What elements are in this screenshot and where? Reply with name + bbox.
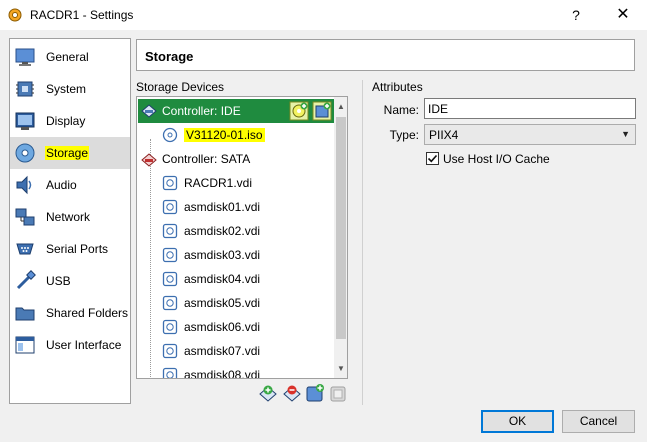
nav-item-network[interactable]: Network bbox=[10, 201, 130, 233]
host-io-cache-checkbox[interactable] bbox=[426, 152, 439, 165]
hard-disk-icon bbox=[162, 295, 178, 311]
nav-item-shared-folders[interactable]: Shared Folders bbox=[10, 297, 130, 329]
nav-item-audio[interactable]: Audio bbox=[10, 169, 130, 201]
nav-label: Shared Folders bbox=[46, 306, 129, 320]
remove-attachment-icon[interactable] bbox=[328, 383, 348, 403]
nav-item-serial-ports[interactable]: Serial Ports bbox=[10, 233, 130, 265]
nav-item-display[interactable]: Display bbox=[10, 105, 130, 137]
optical-disc-icon bbox=[162, 127, 178, 143]
storage-devices-label: Storage Devices bbox=[136, 80, 225, 94]
tree-row-disk[interactable]: RACDR1.vdi bbox=[138, 171, 334, 195]
page-title: Storage bbox=[145, 49, 194, 64]
usb-icon bbox=[16, 270, 36, 290]
tree-scrollbar[interactable]: ▲ ▼ bbox=[334, 97, 347, 378]
folder-icon bbox=[15, 307, 35, 321]
tree-row-disk[interactable]: asmdisk01.vdi bbox=[138, 195, 334, 219]
tree-row-disk[interactable]: asmdisk03.vdi bbox=[138, 243, 334, 267]
nav-label: Network bbox=[46, 210, 91, 224]
nav-item-user-interface[interactable]: User Interface bbox=[10, 329, 130, 361]
checkmark-icon bbox=[427, 154, 438, 163]
tree-row-controller-ide[interactable]: Controller: IDE bbox=[138, 99, 334, 123]
nav-item-storage[interactable]: Storage bbox=[10, 137, 130, 169]
nav-item-system[interactable]: System bbox=[10, 73, 130, 105]
dropdown-arrow-icon: ▼ bbox=[621, 129, 630, 139]
add-hard-disk-icon[interactable] bbox=[312, 101, 332, 121]
window-icon bbox=[15, 336, 35, 354]
nav-item-usb[interactable]: USB bbox=[10, 265, 130, 297]
section-header: Storage bbox=[136, 39, 635, 71]
add-attachment-icon[interactable] bbox=[305, 383, 325, 403]
network-icon bbox=[15, 208, 35, 226]
nav-label: User Interface bbox=[46, 338, 122, 352]
remove-controller-icon[interactable] bbox=[282, 383, 302, 403]
tree-row-disk[interactable]: asmdisk04.vdi bbox=[138, 267, 334, 291]
tree-row-disk[interactable]: asmdisk05.vdi bbox=[138, 291, 334, 315]
tree-row-disk[interactable]: asmdisk06.vdi bbox=[138, 315, 334, 339]
scroll-down-arrow-icon[interactable]: ▼ bbox=[334, 361, 347, 377]
title-bar: RACDR1 - Settings ? ✕ bbox=[0, 0, 647, 30]
type-selected-value: PIIX4 bbox=[429, 128, 459, 142]
window-title: RACDR1 - Settings bbox=[30, 8, 134, 22]
settings-nav: General System Display Storage Audio Net… bbox=[9, 38, 131, 404]
chip-icon bbox=[16, 81, 34, 97]
ide-controller-icon bbox=[141, 104, 157, 118]
tree-row-label: Controller: IDE bbox=[162, 104, 241, 118]
host-io-cache-label[interactable]: Use Host I/O Cache bbox=[443, 152, 550, 166]
tree-row-disk[interactable]: asmdisk07.vdi bbox=[138, 339, 334, 363]
nav-label: Audio bbox=[46, 178, 77, 192]
tree-row-label: Controller: SATA bbox=[162, 152, 251, 166]
nav-label: Display bbox=[46, 114, 86, 128]
type-label: Type: bbox=[389, 128, 419, 142]
ok-button[interactable]: OK bbox=[481, 410, 554, 433]
tree-row-label: asmdisk03.vdi bbox=[184, 248, 261, 262]
divider bbox=[362, 80, 363, 405]
tree-row-optical-disc[interactable]: V31120-01.iso bbox=[138, 123, 334, 147]
tree-row-label: asmdisk01.vdi bbox=[184, 200, 261, 214]
nav-label: USB bbox=[46, 274, 71, 288]
hard-disk-icon bbox=[162, 223, 178, 239]
speaker-icon bbox=[16, 175, 32, 195]
nav-label: General bbox=[46, 50, 89, 64]
tree-row-label: RACDR1.vdi bbox=[184, 176, 253, 190]
close-button[interactable]: ✕ bbox=[611, 5, 635, 25]
add-optical-drive-icon[interactable] bbox=[289, 101, 309, 121]
storage-tree[interactable]: Controller: IDE V31120-01.iso Controller… bbox=[136, 96, 348, 379]
display-icon bbox=[15, 112, 35, 130]
tree-row-controller-sata[interactable]: Controller: SATA bbox=[138, 147, 334, 171]
monitor-icon bbox=[15, 48, 35, 66]
hard-disk-icon bbox=[162, 367, 178, 378]
hard-disk-icon bbox=[162, 319, 178, 335]
add-controller-icon[interactable] bbox=[258, 383, 278, 403]
nav-label: System bbox=[46, 82, 87, 96]
virtualbox-settings-icon bbox=[8, 8, 22, 22]
hard-disk-icon bbox=[162, 343, 178, 359]
cancel-button[interactable]: Cancel bbox=[562, 410, 635, 433]
tree-row-label: asmdisk07.vdi bbox=[184, 344, 261, 358]
hard-disk-icon bbox=[162, 175, 178, 191]
hard-disk-icon bbox=[162, 271, 178, 287]
tree-row-disk[interactable]: asmdisk02.vdi bbox=[138, 219, 334, 243]
tree-row-label: V31120-01.iso bbox=[184, 128, 265, 142]
help-button[interactable]: ? bbox=[566, 5, 586, 25]
serial-port-icon bbox=[16, 243, 34, 255]
tree-row-label: asmdisk04.vdi bbox=[184, 272, 261, 286]
hard-disk-icon bbox=[162, 199, 178, 215]
scroll-thumb[interactable] bbox=[336, 117, 346, 339]
hard-disk-icon bbox=[162, 247, 178, 263]
sata-controller-icon bbox=[141, 153, 157, 167]
scroll-up-arrow-icon[interactable]: ▲ bbox=[334, 99, 347, 115]
name-label: Name: bbox=[383, 103, 419, 117]
nav-label: Serial Ports bbox=[46, 242, 109, 256]
tree-row-label: asmdisk05.vdi bbox=[184, 296, 261, 310]
controller-name-input[interactable] bbox=[424, 98, 636, 119]
controller-type-select[interactable]: PIIX4 ▼ bbox=[424, 124, 636, 145]
tree-row-label: asmdisk08.vdi bbox=[184, 368, 261, 379]
tree-row-label: asmdisk06.vdi bbox=[184, 320, 261, 334]
attributes-label: Attributes bbox=[372, 80, 423, 94]
storage-disc-icon bbox=[15, 143, 35, 163]
nav-label: Storage bbox=[45, 146, 90, 160]
tree-row-disk[interactable]: asmdisk08.vdi bbox=[138, 363, 334, 379]
tree-row-label: asmdisk02.vdi bbox=[184, 224, 261, 238]
nav-item-general[interactable]: General bbox=[10, 41, 130, 73]
